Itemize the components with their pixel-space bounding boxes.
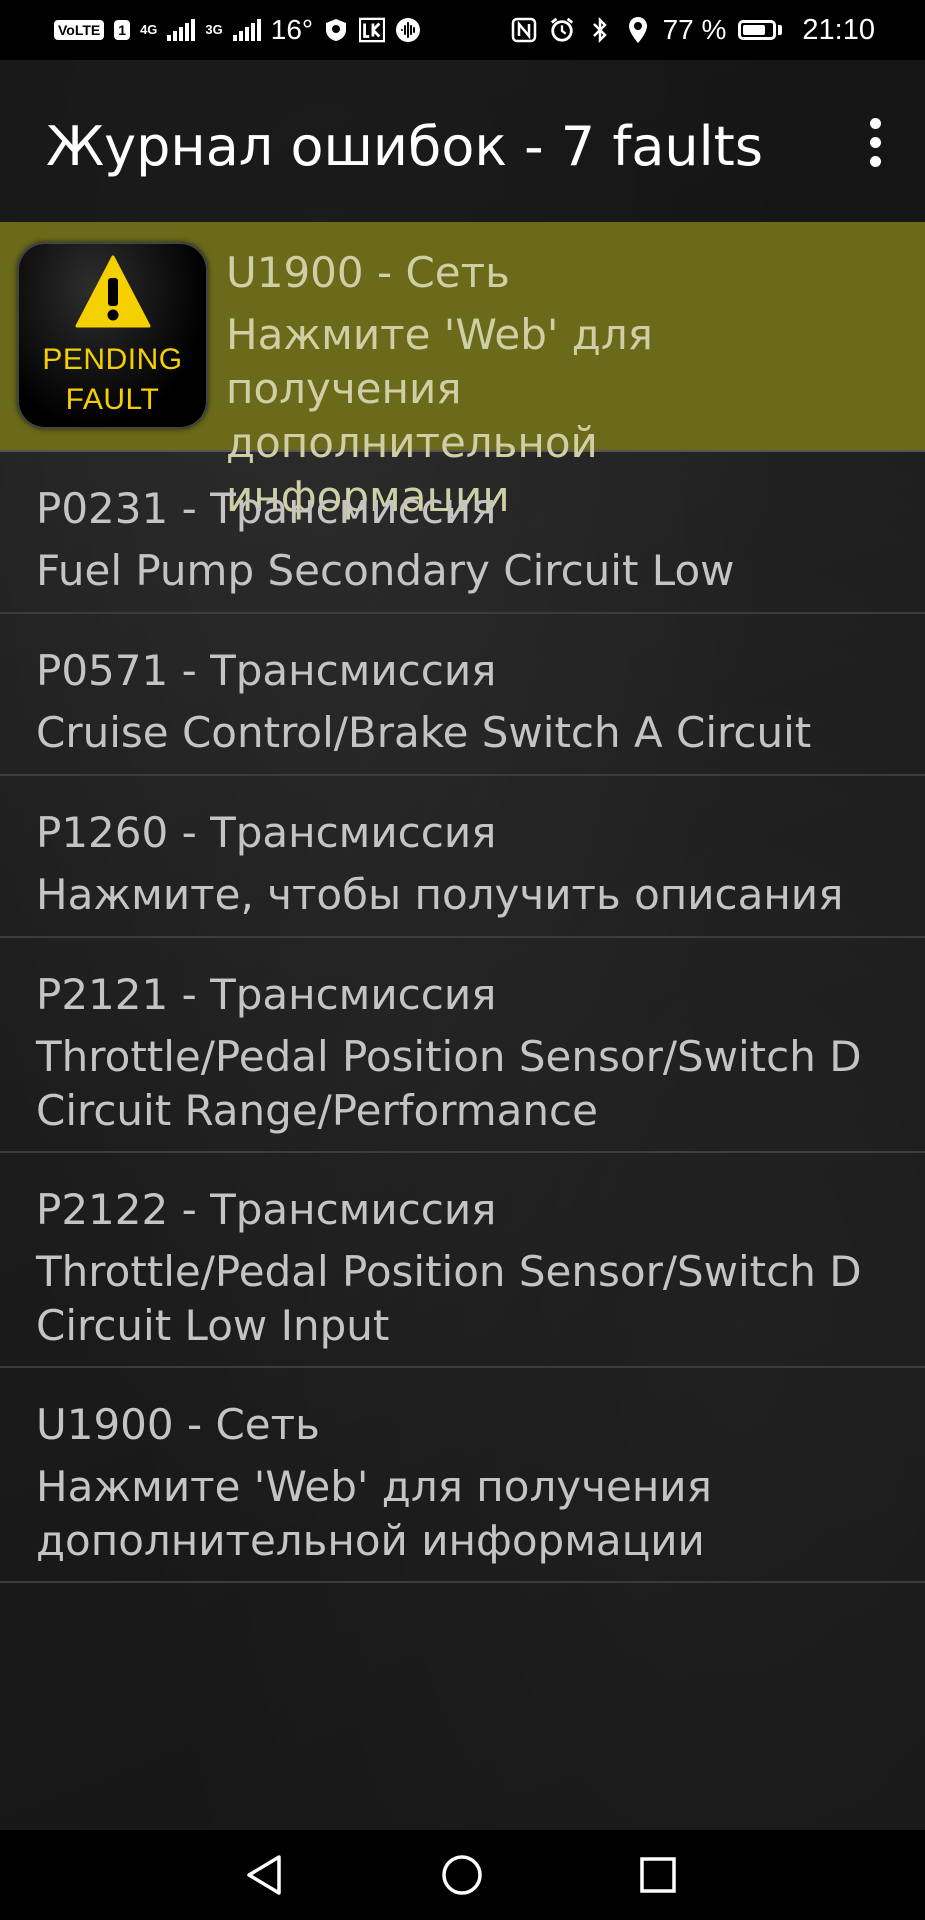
fault-description: Нажмите, чтобы получить описания <box>36 870 844 919</box>
fault-list: PENDING FAULT U1900 - Сеть Нажмите 'Web'… <box>0 222 925 1583</box>
battery-icon <box>738 20 783 40</box>
fault-description: Fuel Pump Secondary Circuit Low <box>36 546 735 595</box>
fault-description: Throttle/Pedal Position Sensor/Switch D … <box>36 1032 862 1135</box>
nfc-icon <box>511 17 537 43</box>
app-bar: Журнал ошибок - 7 faults <box>0 60 925 222</box>
clock-text: 21:10 <box>802 13 875 46</box>
pending-fault-label: PENDING FAULT <box>42 343 183 416</box>
overflow-dot-icon <box>869 136 881 148</box>
location-icon <box>625 17 651 43</box>
battery-percent-text: 77 % <box>662 14 727 45</box>
fault-code: U1900 - Сеть <box>36 1400 320 1449</box>
fault-code: P2122 - Трансмиссия <box>36 1185 497 1234</box>
home-button[interactable] <box>432 1850 492 1900</box>
fault-item[interactable]: P1260 - Трансмиссия Нажмите, чтобы получ… <box>0 776 925 938</box>
sim-badge: 1 <box>114 20 131 40</box>
status-right: 77 % 21:10 <box>511 0 875 60</box>
overflow-menu-button[interactable] <box>845 112 905 172</box>
back-button[interactable] <box>234 1850 294 1900</box>
home-circle-icon <box>442 1855 482 1895</box>
app-logo-icon <box>359 17 386 43</box>
recents-square-icon <box>640 1857 676 1893</box>
fault-code: U1900 - Сеть <box>226 248 510 297</box>
signal-1-icon <box>167 19 196 41</box>
overflow-dot-icon <box>869 117 881 129</box>
fault-item[interactable]: P2122 - Трансмиссия Throttle/Pedal Posit… <box>0 1153 925 1368</box>
status-bar: VoLTE 1 4G 3G 16° 77 % 21:10 <box>0 0 925 60</box>
network-type-1: 4G <box>140 22 158 37</box>
fault-item[interactable]: P2121 - Трансмиссия Throttle/Pedal Posit… <box>0 938 925 1153</box>
navigation-bar <box>0 1830 925 1920</box>
page-title: Журнал ошибок - 7 faults <box>46 115 763 178</box>
fault-item[interactable]: P0231 - Трансмиссия Fuel Pump Secondary … <box>0 452 925 614</box>
back-triangle-icon <box>247 1855 281 1895</box>
signal-2-icon <box>232 19 261 41</box>
screen: VoLTE 1 4G 3G 16° 77 % 21:10 Журнал ошиб… <box>0 0 925 1920</box>
status-left: VoLTE 1 4G 3G 16° <box>54 0 421 60</box>
fault-description: Cruise Control/Brake Switch A Circuit <box>36 708 812 757</box>
fault-code: P0571 - Трансмиссия <box>36 646 497 695</box>
fault-description: Throttle/Pedal Position Sensor/Switch D … <box>36 1247 862 1350</box>
network-type-2: 3G <box>205 22 223 37</box>
pending-fault-icon: PENDING FAULT <box>17 242 208 429</box>
volte-badge: VoLTE <box>54 20 105 40</box>
fault-item[interactable]: U1900 - Сеть Нажмите 'Web' для получения… <box>0 1368 925 1583</box>
recents-button[interactable] <box>628 1850 688 1900</box>
sound-wave-icon <box>395 17 421 43</box>
bluetooth-icon <box>587 16 613 44</box>
fault-item[interactable]: P0571 - Трансмиссия Cruise Control/Brake… <box>0 614 925 776</box>
shield-icon <box>323 17 349 43</box>
overflow-dot-icon <box>869 155 881 167</box>
temperature-text: 16° <box>270 14 314 45</box>
fault-code: P2121 - Трансмиссия <box>36 970 497 1019</box>
fault-item-selected[interactable]: PENDING FAULT U1900 - Сеть Нажмите 'Web'… <box>0 222 925 521</box>
fault-code: P0231 - Трансмиссия <box>36 484 497 533</box>
alarm-icon <box>549 17 575 43</box>
warning-triangle-icon <box>75 255 151 328</box>
fault-description: Нажмите 'Web' для получения дополнительн… <box>36 1462 712 1565</box>
fault-code: P1260 - Трансмиссия <box>36 808 497 857</box>
